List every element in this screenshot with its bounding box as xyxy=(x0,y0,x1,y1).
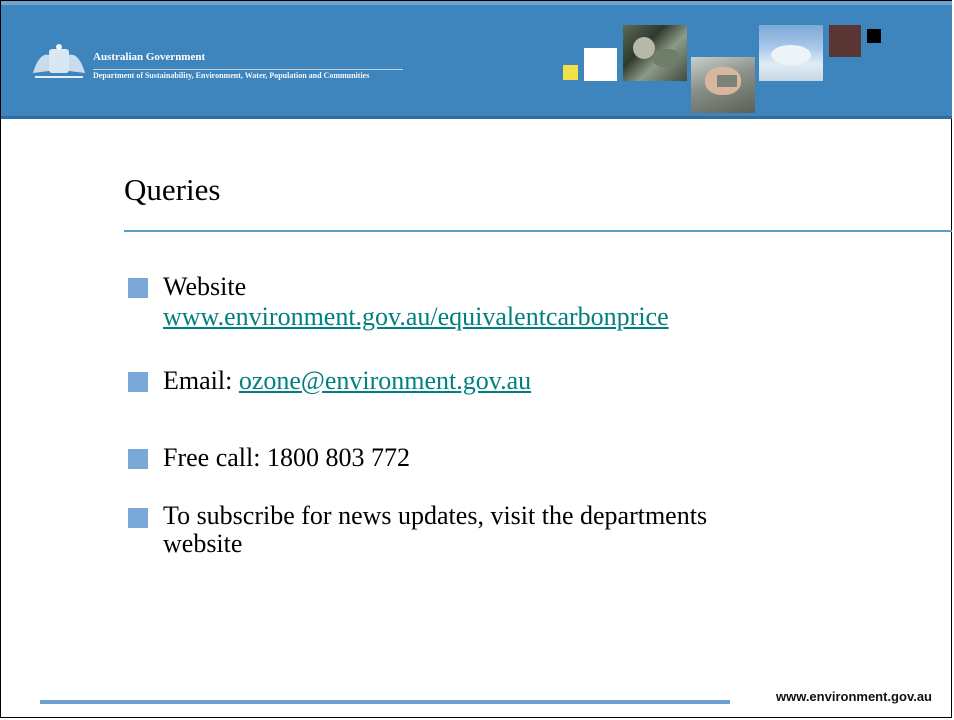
subscribe-line-2: website xyxy=(163,529,243,558)
slide-title: Queries xyxy=(124,172,221,207)
recycling-photo xyxy=(623,25,687,81)
header-bottom-border xyxy=(1,116,952,119)
website-label: Website xyxy=(163,272,247,301)
black-square xyxy=(867,29,881,43)
email-label: Email: xyxy=(163,366,239,395)
email-link[interactable]: ozone@environment.gov.au xyxy=(239,366,531,395)
footer-website-url: www.environment.gov.au xyxy=(775,689,932,704)
government-name: Australian Government xyxy=(93,51,206,63)
bullet-square-icon xyxy=(128,508,148,528)
website-link[interactable]: www.environment.gov.au/equivalentcarbonp… xyxy=(163,302,669,332)
bullet-square-icon xyxy=(128,372,148,392)
department-name: Department of Sustainability, Environmen… xyxy=(93,71,370,80)
subscribe-line-1: To subscribe for news updates, visit the… xyxy=(163,501,708,530)
branding-divider xyxy=(93,69,403,70)
coat-of-arms-logo xyxy=(33,44,85,78)
title-divider xyxy=(124,230,952,232)
header-top-line xyxy=(1,1,952,5)
bullet-square-icon xyxy=(128,449,148,469)
footer-divider xyxy=(40,700,730,704)
sky-clouds-photo xyxy=(759,25,823,81)
maroon-square xyxy=(829,25,861,57)
yellow-square xyxy=(563,65,578,80)
tools-photo xyxy=(691,57,755,113)
phone-text: Free call: 1800 803 772 xyxy=(163,443,410,472)
slide-header: Australian Government Department of Sust… xyxy=(1,1,952,119)
bullet-square-icon xyxy=(128,278,148,298)
government-branding: Australian Government Department of Sust… xyxy=(93,51,369,81)
white-square xyxy=(584,48,617,81)
